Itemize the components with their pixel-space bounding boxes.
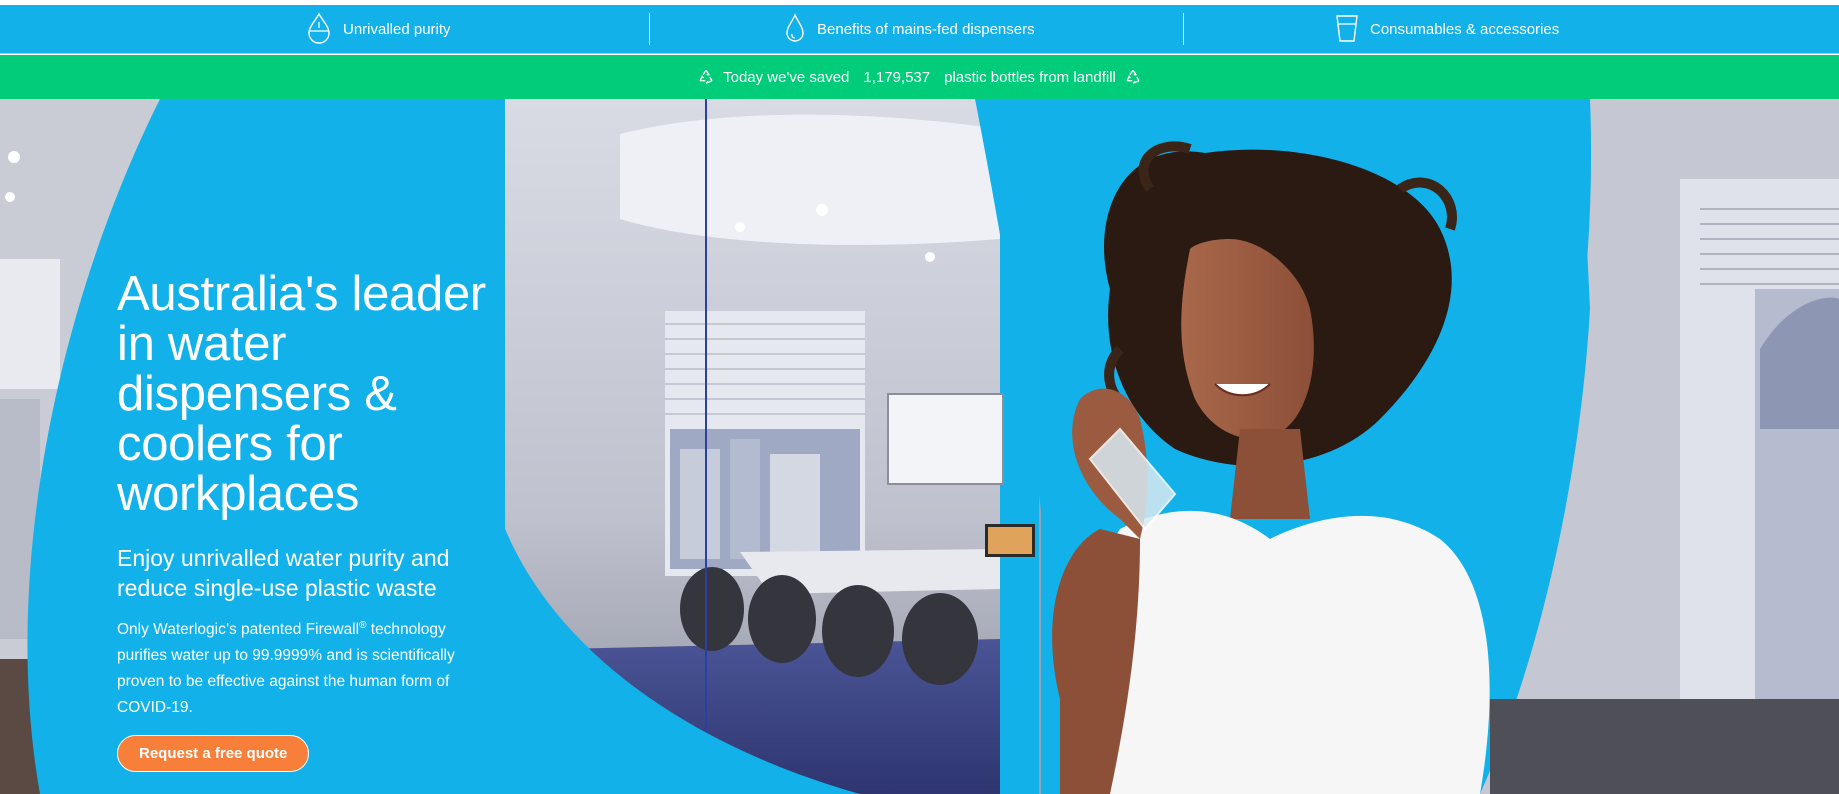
savings-prefix: Today we've saved: [723, 68, 850, 86]
hero-text: Australia's leader in water dispensers &…: [117, 267, 507, 773]
feature-unrivalled-purity[interactable]: Unrivalled purity: [305, 5, 451, 54]
feature-consumables[interactable]: Consumables & accessories: [1334, 5, 1559, 54]
recycle-icon: [697, 68, 715, 86]
savings-suffix: plastic bottles from landfill: [944, 68, 1116, 86]
feature-divider: [649, 13, 650, 45]
request-quote-button[interactable]: Request a free quote: [117, 735, 310, 773]
droplet-icon: [783, 12, 817, 48]
hero-section: Australia's leader in water dispensers &…: [0, 99, 1839, 794]
feature-mains-fed[interactable]: Benefits of mains-fed dispensers: [783, 5, 1035, 54]
recycle-icon: [1124, 68, 1142, 86]
hero-body: Only Waterlogic’s patented Firewall® tec…: [117, 613, 487, 721]
bottles-saved-count: 1,179,537: [863, 68, 931, 86]
feature-label: Unrivalled purity: [343, 21, 451, 38]
feature-label: Benefits of mains-fed dispensers: [817, 21, 1035, 38]
feature-divider: [1183, 13, 1184, 45]
hero-subtitle: Enjoy unrivalled water purity and reduce…: [117, 545, 450, 601]
water-drop-icon: [305, 12, 343, 48]
hero-title: Australia's leader in water dispensers &…: [117, 267, 486, 521]
features-bar: Unrivalled purity Benefits of mains-fed …: [0, 5, 1839, 54]
feature-label: Consumables & accessories: [1370, 21, 1560, 38]
savings-bar: Today we've saved 1,179,537 plastic bott…: [0, 55, 1839, 99]
cup-icon: [1334, 12, 1370, 48]
hero-body-text: Only Waterlogic’s patented Firewall: [117, 621, 360, 639]
